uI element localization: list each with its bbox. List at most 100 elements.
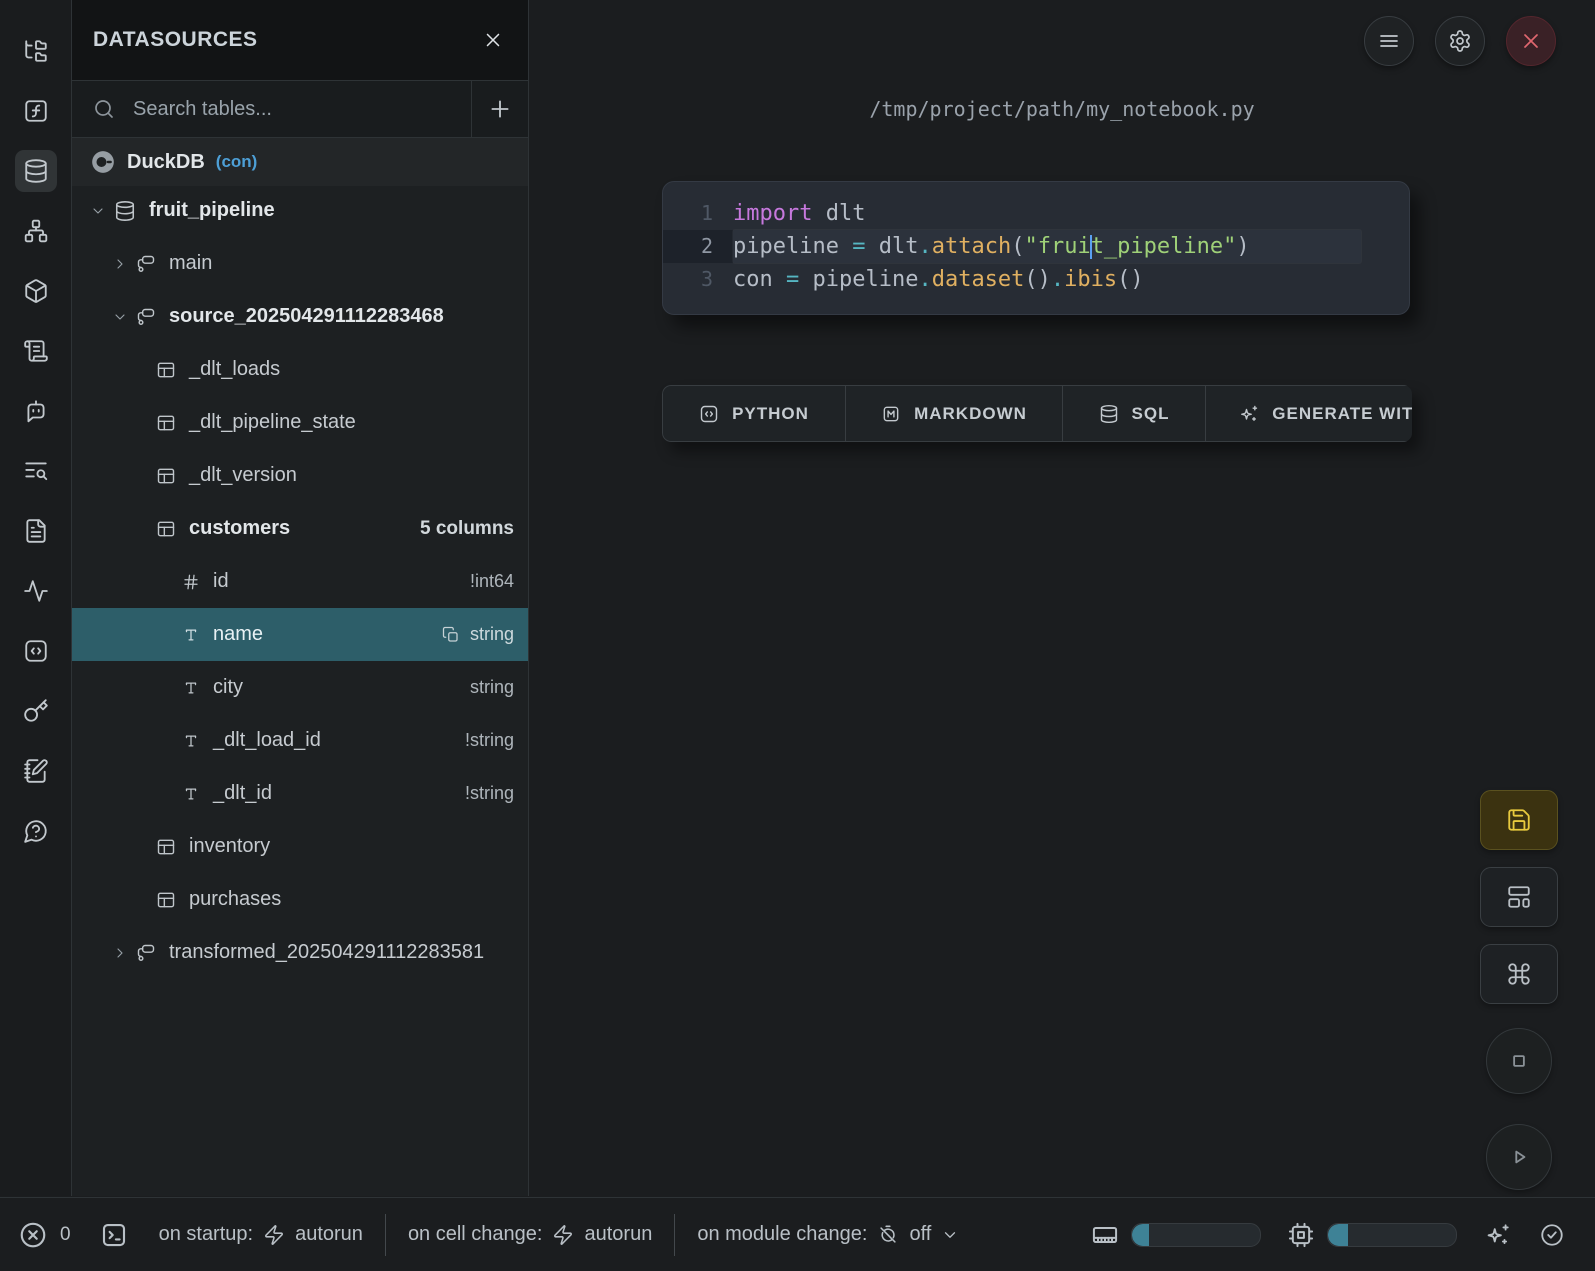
- rail-secrets-button[interactable]: [15, 690, 57, 732]
- kernel-status-icon[interactable]: [1539, 1222, 1565, 1248]
- rail-logs-button[interactable]: [15, 450, 57, 492]
- tree-row-_dlt_loads[interactable]: _dlt_loads: [72, 343, 528, 396]
- tree-row-_dlt_load_id[interactable]: _dlt_load_id!string: [72, 714, 528, 767]
- memory-usage-meter: [1131, 1223, 1261, 1247]
- menu-icon: [1377, 29, 1401, 53]
- table-icon: [156, 466, 176, 486]
- rail-datasources-button[interactable]: [15, 150, 57, 192]
- tree-row-label: fruit_pipeline: [149, 199, 275, 222]
- layout-button[interactable]: [1480, 867, 1558, 927]
- on-cell-change-value: autorun: [584, 1223, 652, 1246]
- datasources-header: DATASOURCES: [72, 0, 528, 81]
- on-module-change-setting[interactable]: on module change: off: [697, 1223, 959, 1246]
- table-icon: [156, 413, 176, 433]
- tree-row-_dlt_version[interactable]: _dlt_version: [72, 449, 528, 502]
- ai-sparkles-icon[interactable]: [1485, 1222, 1511, 1248]
- chevron-down-icon: [112, 309, 128, 325]
- duckdb-logo: [90, 149, 116, 175]
- tree-row-id[interactable]: id !int64: [72, 555, 528, 608]
- chevron-right-icon: [112, 256, 128, 272]
- markdown-cell-button[interactable]: MARKDOWN: [845, 385, 1063, 442]
- save-icon: [1506, 807, 1532, 833]
- command-palette-button[interactable]: [1480, 944, 1558, 1004]
- on-module-change-value: off: [909, 1223, 931, 1246]
- code-line-2[interactable]: 2pipeline = dlt.attach("fruit_pipeline"): [663, 230, 1409, 263]
- action-label: GENERATE WITH AI: [1272, 404, 1412, 424]
- copy-icon[interactable]: [442, 626, 460, 644]
- tree-row-_dlt_pipeline_state[interactable]: _dlt_pipeline_state: [72, 396, 528, 449]
- rail-tracing-button[interactable]: [15, 570, 57, 612]
- tree-row-label: city: [213, 676, 243, 699]
- tree-row-type: !int64: [470, 571, 528, 592]
- tree-row-label: inventory: [189, 835, 270, 858]
- close-panel-icon[interactable]: [482, 29, 504, 51]
- tree-row-_dlt_id[interactable]: _dlt_id!string: [72, 767, 528, 820]
- on-cell-change-setting[interactable]: on cell change: autorun: [408, 1223, 652, 1246]
- stop-icon: [1506, 1048, 1532, 1074]
- add-datasource-button[interactable]: [471, 81, 528, 137]
- menu-button[interactable]: [1364, 16, 1414, 66]
- connection-row[interactable]: DuckDB (con): [72, 138, 528, 186]
- errors-indicator[interactable]: 0: [18, 1220, 71, 1250]
- rail-ai-chat-button[interactable]: [15, 390, 57, 432]
- schema-icon: [136, 254, 156, 274]
- rail-documentation-button[interactable]: [15, 330, 57, 372]
- save-button[interactable]: [1480, 790, 1558, 850]
- rail-file-tree-button[interactable]: [15, 30, 57, 72]
- python-cell-button[interactable]: PYTHON: [662, 385, 846, 442]
- rail-packages-button[interactable]: [15, 270, 57, 312]
- tree-row-label: source_202504291112283468: [169, 305, 444, 328]
- file-text-icon: [23, 518, 49, 544]
- generate-with-ai-button[interactable]: GENERATE WITH AI: [1205, 385, 1412, 442]
- notebook-file-path: /tmp/project/path/my_notebook.py: [529, 97, 1595, 121]
- command-icon: [1506, 961, 1532, 987]
- tree-row-type: 5 columns: [420, 518, 528, 540]
- tree-row-label: id: [213, 570, 229, 593]
- terminal-icon[interactable]: [99, 1220, 129, 1250]
- chevron-right-icon: [112, 945, 128, 961]
- markdown-icon: [881, 404, 901, 424]
- panel-title: DATASOURCES: [93, 28, 258, 52]
- tree-row-purchases[interactable]: purchases: [72, 873, 528, 926]
- table-icon: [156, 837, 176, 857]
- tree-row-main[interactable]: main: [72, 237, 528, 290]
- code-cell[interactable]: 1import dlt2pipeline = dlt.attach("fruit…: [662, 181, 1410, 315]
- chevron-down-icon: [90, 203, 106, 219]
- tree-row-inventory[interactable]: inventory: [72, 820, 528, 873]
- search-input[interactable]: [131, 97, 471, 122]
- settings-button[interactable]: [1435, 16, 1485, 66]
- tree-row-fruit_pipeline[interactable]: fruit_pipeline: [72, 184, 528, 237]
- search-icon: [92, 97, 116, 121]
- shutdown-button[interactable]: [1506, 16, 1556, 66]
- tree-row-source_202504291112283468[interactable]: source_202504291112283468: [72, 290, 528, 343]
- tree-row-transformed_202504291112283581[interactable]: transformed_202504291112283581: [72, 926, 528, 979]
- on-startup-setting[interactable]: on startup: autorun: [159, 1223, 363, 1246]
- status-bar: 0 on startup: autorun on cell change: au…: [0, 1197, 1595, 1271]
- run-button[interactable]: [1486, 1124, 1552, 1190]
- rail-code-cells-button[interactable]: [15, 630, 57, 672]
- tree-row-customers[interactable]: customers 5 columns: [72, 502, 528, 555]
- resource-meters: [1091, 1221, 1457, 1249]
- logs-search-icon: [23, 458, 49, 484]
- rail-snippets-button[interactable]: [15, 510, 57, 552]
- on-startup-label: on startup:: [159, 1223, 254, 1246]
- code-line-1[interactable]: 1import dlt: [663, 197, 1409, 230]
- database-icon: [23, 158, 49, 184]
- rail-variables-button[interactable]: [15, 90, 57, 132]
- code-line-3[interactable]: 3con = pipeline.dataset().ibis(): [663, 263, 1409, 296]
- code-square-icon: [699, 404, 719, 424]
- tree-row-city[interactable]: citystring: [72, 661, 528, 714]
- tree-row-label: purchases: [189, 888, 281, 911]
- cpu-usage-meter: [1327, 1223, 1457, 1247]
- rail-scratchpad-button[interactable]: [15, 750, 57, 792]
- text-type-icon: [182, 679, 200, 697]
- stop-button[interactable]: [1486, 1028, 1552, 1094]
- rail-help-button[interactable]: [15, 810, 57, 852]
- ram-icon: [1091, 1221, 1119, 1249]
- tree-row-name[interactable]: namestring: [72, 608, 528, 661]
- circle-x-icon: [18, 1220, 48, 1250]
- rail-dependency-graph-button[interactable]: [15, 210, 57, 252]
- tree-row-label: customers: [189, 517, 290, 540]
- divider: [674, 1214, 675, 1256]
- sql-cell-button[interactable]: SQL: [1062, 385, 1206, 442]
